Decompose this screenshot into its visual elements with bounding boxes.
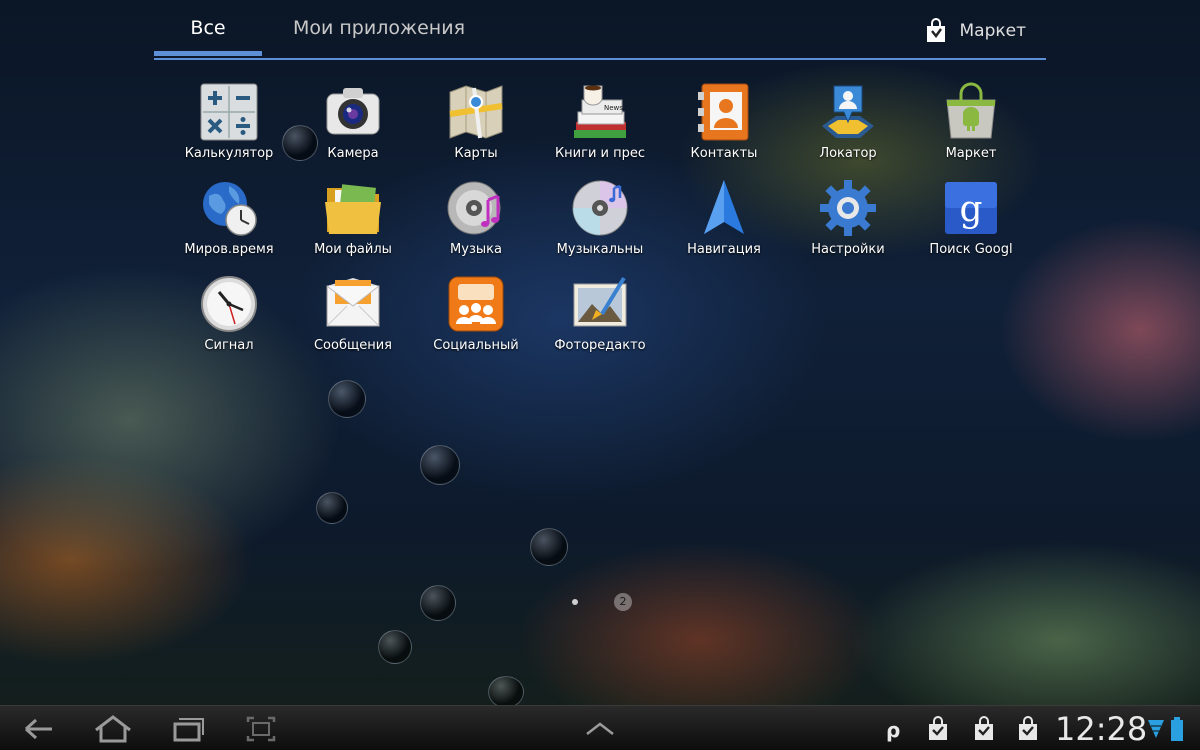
market-link[interactable]: Маркет <box>923 16 1026 46</box>
app-messages[interactable]: Сообщения <box>290 274 416 366</box>
camera-icon <box>326 88 380 135</box>
app-books-press[interactable]: News Книги и прес <box>537 82 663 174</box>
app-photo-editor[interactable]: Фоторедакто <box>537 274 663 366</box>
tab-my-apps[interactable]: Мои приложения <box>284 14 474 54</box>
app-google-search[interactable]: g Поиск Googl <box>908 178 1034 270</box>
app-label: Локатор <box>819 146 877 161</box>
app-label: Настройки <box>811 242 885 257</box>
market-bag-icon <box>927 18 946 42</box>
app-my-files[interactable]: Мои файлы <box>290 178 416 270</box>
world-clock-icon <box>203 182 257 236</box>
app-label: Поиск Googl <box>929 242 1013 257</box>
back-arrow-icon <box>24 718 52 740</box>
app-locator[interactable]: Локатор <box>785 82 911 174</box>
app-world-clock[interactable]: Миров.время <box>166 178 292 270</box>
books-press-icon: News <box>574 85 626 138</box>
app-calculator[interactable]: Калькулятор <box>166 82 292 174</box>
market-notification-icon[interactable] <box>926 716 950 742</box>
google-search-icon: g <box>945 182 997 234</box>
selected-tab-indicator <box>154 51 262 56</box>
app-label: Навигация <box>687 242 761 257</box>
wallpaper-bubble <box>328 380 366 418</box>
screenshot-icon <box>246 716 276 742</box>
wallpaper-bubble <box>488 676 524 708</box>
page-dot-current[interactable] <box>572 599 578 605</box>
page-indicator: 2 <box>560 592 640 612</box>
app-label: Сигнал <box>204 338 254 353</box>
svg-text:g: g <box>959 189 982 230</box>
wallpaper-bubble <box>316 492 348 524</box>
svg-text:ρ: ρ <box>886 718 900 742</box>
tab-all-label: Все <box>190 17 226 39</box>
app-contacts[interactable]: Контакты <box>661 82 787 174</box>
calculator-icon <box>200 83 258 141</box>
settings-gear-icon <box>820 180 876 236</box>
app-label: Мои файлы <box>314 242 392 257</box>
wallpaper-bubble <box>378 630 412 664</box>
recent-apps-icon <box>173 718 204 742</box>
app-settings[interactable]: Настройки <box>785 178 911 270</box>
app-drawer-up-button[interactable] <box>575 712 625 746</box>
app-music-player[interactable]: Музыкальны <box>537 178 663 270</box>
app-market[interactable]: Маркет <box>908 82 1034 174</box>
wallpaper-bubble <box>420 585 456 621</box>
app-drawer-screen: Все Мои приложения Маркет Калькулятор Ка… <box>0 0 1200 750</box>
market-notification-icon[interactable] <box>1016 716 1040 742</box>
svg-text:News: News <box>604 104 623 112</box>
folder-icon <box>325 184 381 234</box>
app-label: Книги и прес <box>554 146 646 161</box>
wifi-icon <box>1148 720 1164 738</box>
maps-icon <box>449 85 503 139</box>
app-label: Музыка <box>450 242 502 257</box>
app-label: Социальный <box>433 338 519 353</box>
alarm-clock-icon <box>201 276 257 332</box>
market-link-label: Маркет <box>959 21 1026 41</box>
status-clock[interactable]: 12:28 <box>1055 710 1147 748</box>
app-label: Калькулятор <box>184 146 274 161</box>
p-indicator-icon: ρ <box>886 718 900 742</box>
app-label: Контакты <box>690 146 758 161</box>
app-label: Фоторедакто <box>554 338 646 353</box>
app-label: Карты <box>454 146 498 161</box>
app-maps[interactable]: Карты <box>413 82 539 174</box>
app-label: Миров.время <box>184 242 274 257</box>
music-disc-icon <box>572 180 628 236</box>
page-number-badge[interactable]: 2 <box>614 593 632 611</box>
music-icon <box>447 181 501 235</box>
battery-icon <box>1171 717 1183 741</box>
navigation-arrow-icon <box>704 180 744 234</box>
app-label: Маркет <box>945 146 997 161</box>
back-button[interactable] <box>14 712 64 746</box>
wallpaper-bubble <box>420 445 460 485</box>
market-icon <box>946 82 996 139</box>
market-notification-icon[interactable] <box>972 716 996 742</box>
app-alarm[interactable]: Сигнал <box>166 274 292 366</box>
home-icon <box>95 715 131 743</box>
home-button[interactable] <box>88 712 138 746</box>
recent-apps-button[interactable] <box>162 712 212 746</box>
app-drawer-header: Все Мои приложения Маркет <box>154 0 1046 60</box>
wallpaper-bubble <box>530 528 568 566</box>
contacts-icon <box>698 83 749 141</box>
app-music[interactable]: Музыка <box>413 178 539 270</box>
screenshot-button[interactable] <box>236 712 286 746</box>
app-label: Камера <box>327 146 379 161</box>
messages-envelope-icon <box>326 278 380 327</box>
app-camera[interactable]: Камера <box>290 82 416 174</box>
photo-editor-icon <box>573 276 627 327</box>
locator-icon <box>822 85 874 138</box>
app-label: Музыкальны <box>556 242 644 257</box>
app-social-hub[interactable]: Социальный <box>413 274 539 366</box>
system-bar: ρ 12:28 <box>0 705 1200 750</box>
chevron-up-icon <box>586 722 614 735</box>
app-label: Сообщения <box>313 338 392 353</box>
social-hub-icon <box>448 276 504 332</box>
tab-all-apps[interactable]: Все <box>154 14 262 56</box>
tab-my-apps-label: Мои приложения <box>292 17 465 39</box>
app-navigation[interactable]: Навигация <box>661 178 787 270</box>
